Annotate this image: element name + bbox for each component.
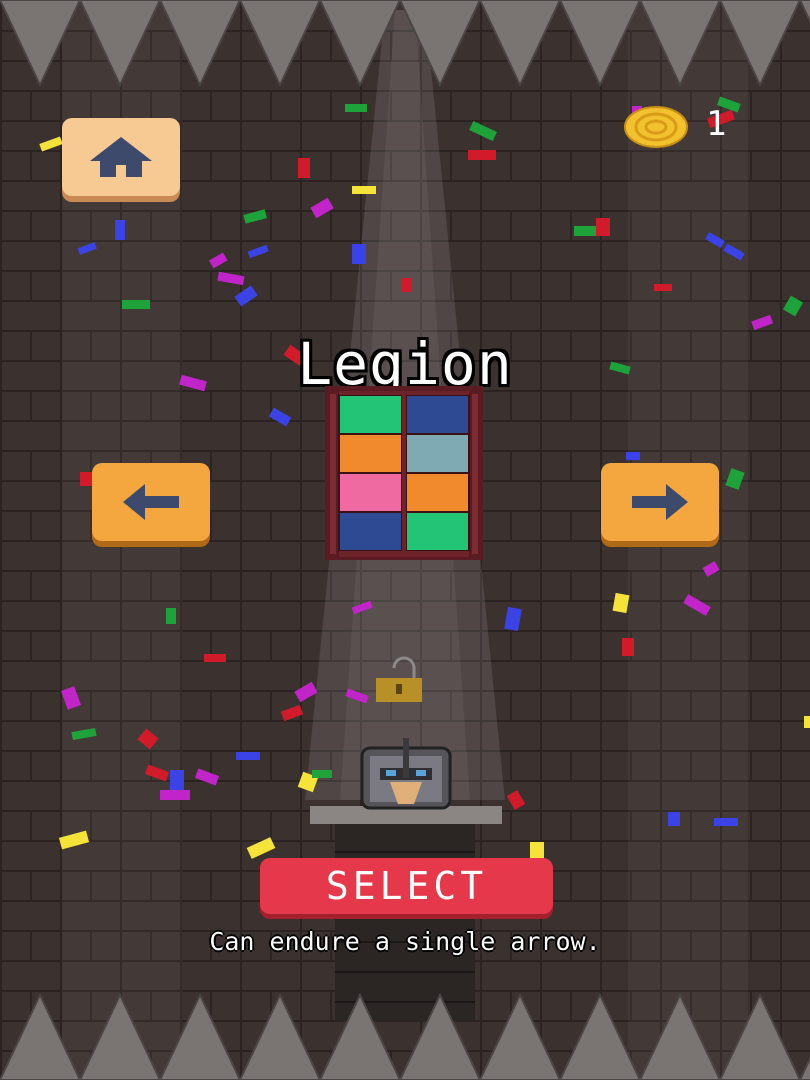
- glass-pane: [405, 433, 470, 474]
- home-icon: [90, 137, 152, 177]
- select-button[interactable]: SELECT: [260, 858, 553, 914]
- glass-pane: [405, 394, 470, 435]
- next-character-button[interactable]: [601, 463, 719, 541]
- knight-character-sprite: [360, 738, 452, 810]
- coin-count: 1: [706, 104, 727, 144]
- glass-pane: [405, 472, 470, 513]
- arrow-right-icon: [632, 484, 688, 520]
- game-screen: 1 Legion SELECT Can endure a single arro…: [0, 0, 810, 1080]
- glass-pane: [405, 511, 470, 552]
- ceiling-spikes: [0, 0, 810, 88]
- glass-pane: [338, 433, 403, 474]
- character-description: Can endure a single arrow.: [209, 927, 601, 956]
- floor-spikes: [0, 992, 810, 1080]
- home-button[interactable]: [62, 118, 180, 196]
- glass-pane: [338, 472, 403, 513]
- glass-pane: [338, 511, 403, 552]
- arrow-left-icon: [123, 484, 179, 520]
- stained-glass-window-skin: [325, 386, 483, 560]
- glass-pane: [338, 394, 403, 435]
- gold-coin-icon: [624, 106, 688, 148]
- padlock-icon: [376, 656, 422, 702]
- previous-character-button[interactable]: [92, 463, 210, 541]
